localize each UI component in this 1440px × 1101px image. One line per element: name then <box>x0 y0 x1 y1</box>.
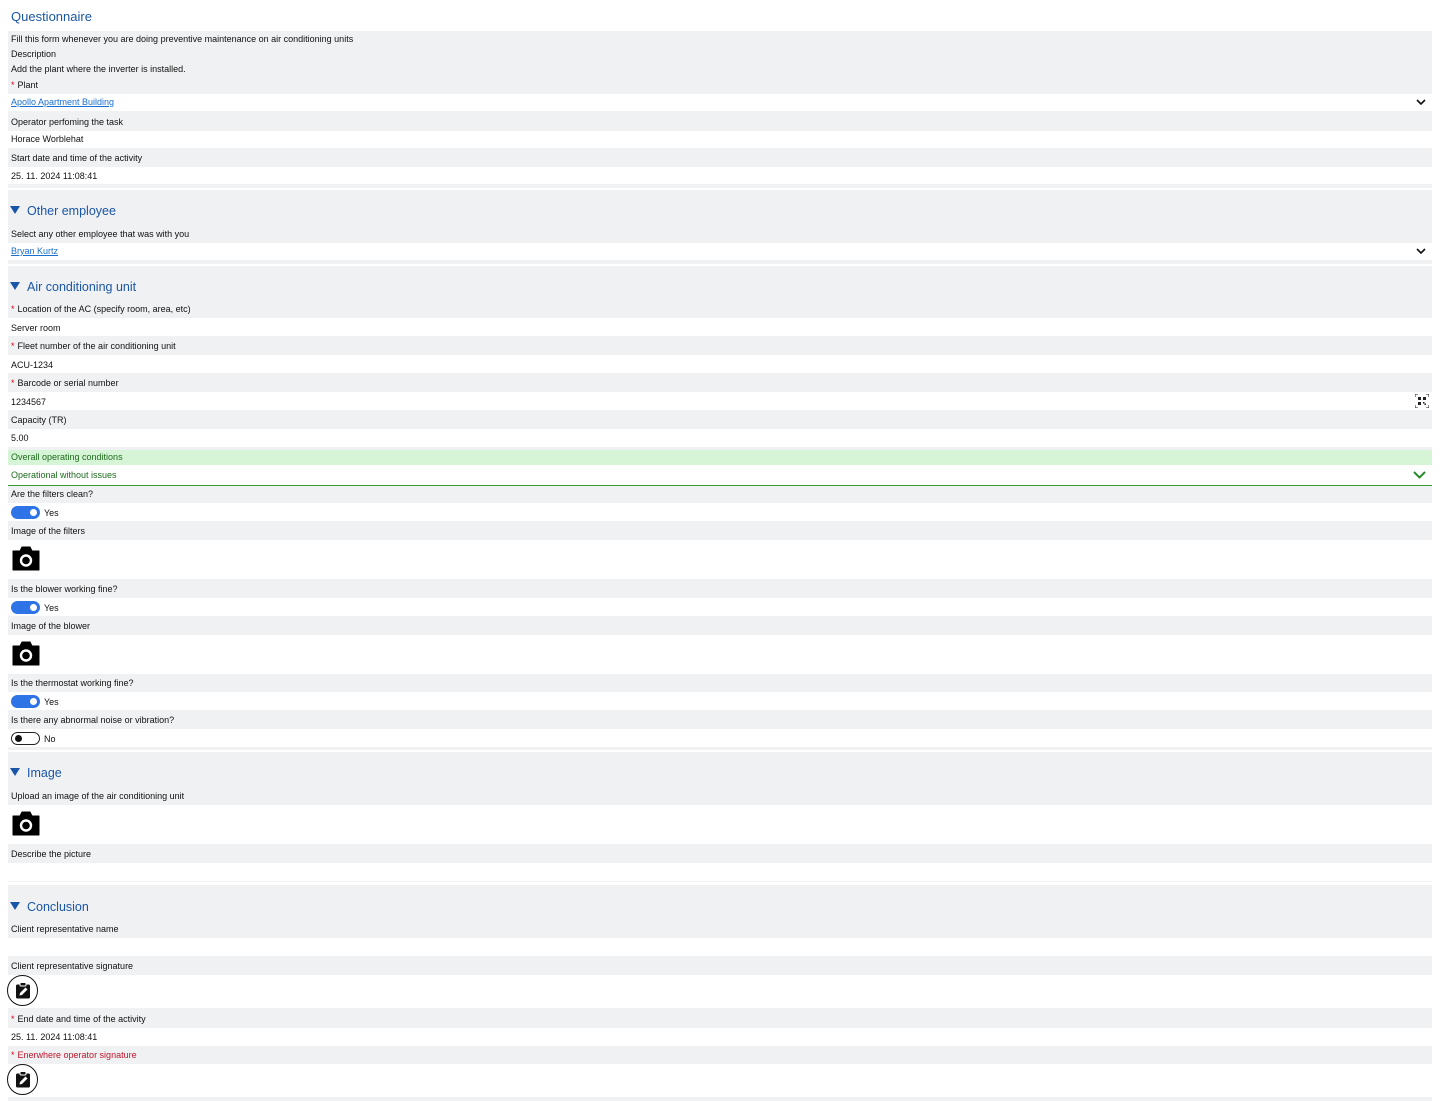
section-conclusion[interactable]: Conclusion <box>10 900 89 914</box>
barcode-label: * Barcode or serial number <box>11 378 119 388</box>
camera-icon[interactable] <box>11 640 41 666</box>
triangle-down-icon <box>10 206 20 214</box>
blower-label: Is the blower working fine? <box>11 584 118 594</box>
client-signature-label: Client representative signature <box>11 961 134 971</box>
upload-image-label: Upload an image of the air conditioning … <box>11 791 185 801</box>
triangle-down-icon <box>10 768 20 776</box>
thermostat-toggle-row: Yes <box>8 692 1432 710</box>
filters-toggle[interactable] <box>11 506 40 519</box>
conditions-value[interactable]: Operational without issues <box>11 470 117 481</box>
fleet-value: ACU-1234 <box>11 360 54 370</box>
section-other-employee[interactable]: Other employee <box>10 204 116 218</box>
client-signature-button[interactable] <box>7 975 38 1006</box>
chevron-down-icon[interactable] <box>1416 246 1426 256</box>
operator-field[interactable]: Horace Worblehat <box>8 131 1432 148</box>
conditions-select[interactable]: Operational without issues <box>8 465 1432 486</box>
section-image[interactable]: Image <box>10 766 62 780</box>
chevron-down-icon[interactable] <box>1413 469 1426 481</box>
blower-toggle-label: Yes <box>44 603 59 613</box>
noise-toggle-row: No <box>8 729 1432 747</box>
camera-icon[interactable] <box>11 810 41 836</box>
operator-signature-field <box>7 1064 1432 1097</box>
end-label: * End date and time of the activity <box>11 1014 146 1024</box>
filters-image-field <box>8 540 1432 579</box>
qr-code-icon[interactable] <box>1415 394 1429 408</box>
filters-label: Are the filters clean? <box>11 489 94 499</box>
operator-signature-label: * Enerwhere operator signature <box>11 1050 137 1060</box>
clipboard-pen-icon <box>16 982 30 999</box>
start-label: Start date and time of the activity <box>11 153 143 163</box>
client-signature-field <box>7 975 1432 1008</box>
triangle-down-icon <box>10 282 20 290</box>
triangle-down-icon <box>10 902 20 910</box>
end-value: 25. 11. 2024 11:08:41 <box>11 1032 98 1042</box>
describe-picture-field[interactable] <box>8 863 1432 881</box>
barcode-field[interactable]: 1234567 <box>8 392 1432 410</box>
other-employee-label: Select any other employee that was with … <box>11 229 190 239</box>
thermostat-toggle-label: Yes <box>44 697 59 707</box>
chevron-down-icon[interactable] <box>1416 97 1426 107</box>
fleet-label: * Fleet number of the air conditioning un… <box>11 341 176 351</box>
capacity-value: 5.00 <box>11 433 29 443</box>
location-label: * Location of the AC (specify room, area,… <box>11 304 191 314</box>
blower-toggle[interactable] <box>11 601 40 614</box>
conditions-label-band: Overall operating conditions <box>8 450 1432 465</box>
blower-image-field <box>8 635 1432 674</box>
conditions-label: Overall operating conditions <box>11 452 123 462</box>
plant-select[interactable]: Apollo Apartment Building <box>8 94 1432 111</box>
upload-image-field <box>8 805 1432 844</box>
plant-value[interactable]: Apollo Apartment Building <box>11 97 114 108</box>
fleet-field[interactable]: ACU-1234 <box>8 355 1432 373</box>
description-text: Add the plant where the inverter is inst… <box>11 64 186 74</box>
filters-toggle-label: Yes <box>44 508 59 518</box>
start-datetime-field[interactable]: 25. 11. 2024 11:08:41 <box>8 167 1432 184</box>
plant-label: * Plant <box>11 80 39 90</box>
start-value: 25. 11. 2024 11:08:41 <box>11 171 98 181</box>
section-air-conditioning-unit[interactable]: Air conditioning unit <box>10 280 136 294</box>
other-employee-select[interactable]: Bryan Kurtz <box>8 243 1432 260</box>
barcode-value: 1234567 <box>11 397 47 407</box>
camera-icon[interactable] <box>11 545 41 571</box>
thermostat-toggle[interactable] <box>11 695 40 708</box>
capacity-label: Capacity (TR) <box>11 415 67 425</box>
description-label: Description <box>11 49 57 59</box>
location-field[interactable]: Server room <box>8 318 1432 336</box>
operator-signature-button[interactable] <box>7 1064 38 1095</box>
operator-value: Horace Worblehat <box>11 134 84 144</box>
noise-toggle[interactable] <box>11 732 40 745</box>
operator-label: Operator perfoming the task <box>11 117 124 127</box>
blower-toggle-row: Yes <box>8 598 1432 616</box>
clipboard-pen-icon <box>16 1071 30 1088</box>
page-title: Questionnaire <box>11 9 92 24</box>
filters-toggle-row: Yes <box>8 503 1432 521</box>
other-employee-value[interactable]: Bryan Kurtz <box>11 246 58 257</box>
noise-toggle-label: No <box>44 734 56 744</box>
thermostat-label: Is the thermostat working fine? <box>11 678 134 688</box>
blower-image-label: Image of the blower <box>11 621 91 631</box>
questionnaire-page: Questionnaire Fill this form whenever yo… <box>0 0 1440 1101</box>
client-name-label: Client representative name <box>11 924 119 934</box>
client-name-field[interactable] <box>8 938 1432 956</box>
describe-picture-label: Describe the picture <box>11 849 92 859</box>
form-intro: Fill this form whenever you are doing pr… <box>11 34 354 44</box>
capacity-field[interactable]: 5.00 <box>8 429 1432 447</box>
location-value: Server room <box>11 323 61 333</box>
noise-label: Is there any abnormal noise or vibration… <box>11 715 175 725</box>
filters-image-label: Image of the filters <box>11 526 86 536</box>
end-datetime-field[interactable]: 25. 11. 2024 11:08:41 <box>8 1028 1432 1046</box>
